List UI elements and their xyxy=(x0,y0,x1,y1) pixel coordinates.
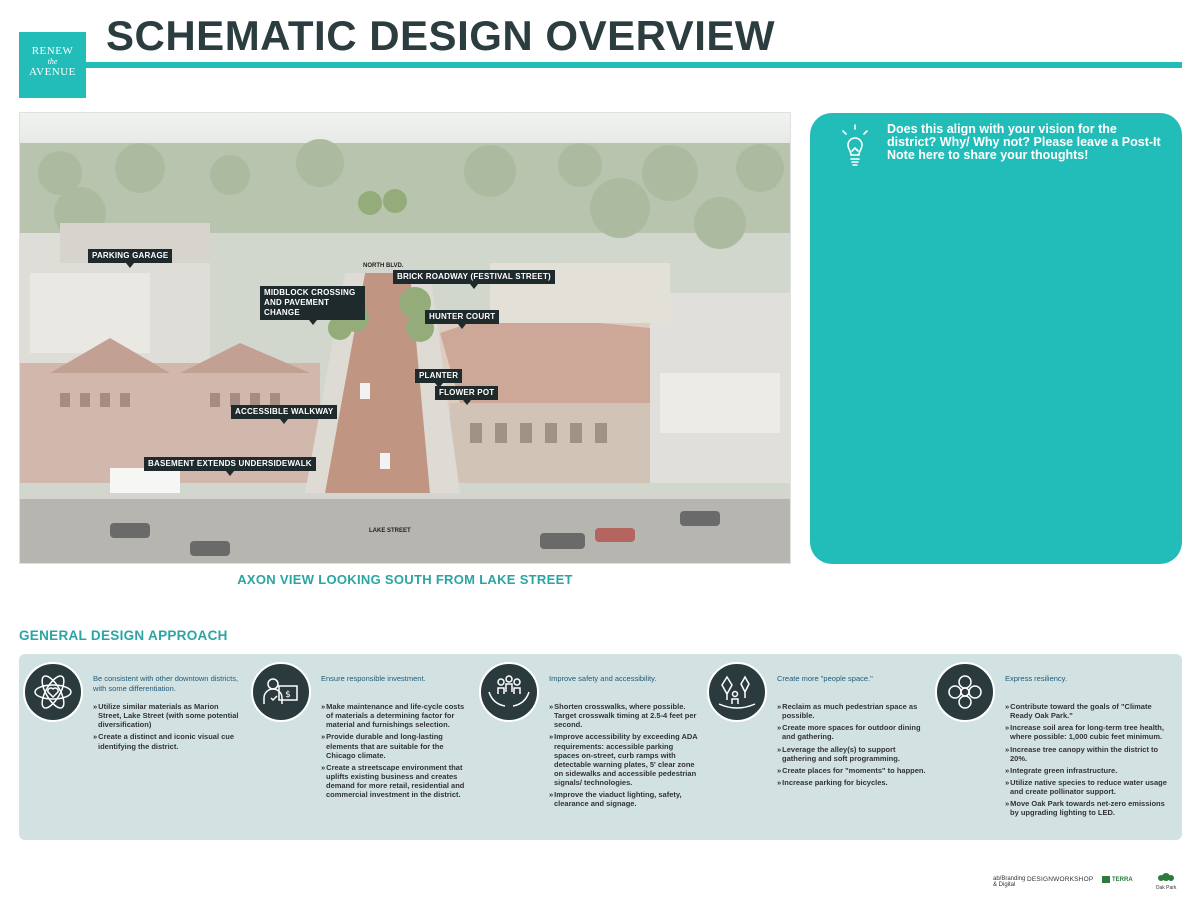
approach-item: Create a distinct and iconic visual cue … xyxy=(93,732,243,750)
callout-basement-extends: BASEMENT EXTENDS UNDERSIDEWALK xyxy=(144,457,316,471)
person-investment-icon: $ xyxy=(251,662,311,722)
post-it-feedback-area[interactable]: Does this align with your vision for the… xyxy=(810,113,1182,564)
footer-logo-terra-label: TERRA xyxy=(1112,877,1133,884)
approach-heading: Be consistent with other downtown distri… xyxy=(93,674,239,693)
title-divider xyxy=(86,62,1182,68)
callout-accessible-walkway: ACCESSIBLE WALKWAY xyxy=(231,405,338,419)
street-label-north-blvd: NORTH BLVD. xyxy=(363,263,404,269)
svg-text:$: $ xyxy=(285,690,291,700)
approach-item: Contribute toward the goals of "Climate … xyxy=(1005,702,1175,720)
design-approach-panel: Be consistent with other downtown distri… xyxy=(19,654,1182,840)
approach-item: Make maintenance and life-cycle costs of… xyxy=(321,702,471,729)
approach-item: Increase parking for bicycles. xyxy=(777,778,927,787)
callout-midblock-crossing: MIDBLOCK CROSSING AND PAVEMENT CHANGE xyxy=(260,286,365,320)
trees-people-icon xyxy=(707,662,767,722)
flower-icon xyxy=(935,662,995,722)
approach-heading: Create more "people space." xyxy=(777,674,873,683)
renew-the-avenue-logo: RENEW the AVENUE xyxy=(19,32,86,98)
approach-heading: Ensure responsible investment. xyxy=(321,674,426,683)
lightbulb-icon xyxy=(840,123,870,174)
callout-planter: PLANTER xyxy=(415,369,463,383)
approach-item: Utilize similar materials as Marion Stre… xyxy=(93,702,243,729)
logo-line-1: RENEW xyxy=(31,45,74,57)
footer-logo-terra: TERRA xyxy=(1102,876,1133,883)
approach-item: Improve accessibility by exceeding ADA r… xyxy=(549,732,699,787)
atom-heart-icon xyxy=(23,662,83,722)
approach-item: Increase tree canopy within the district… xyxy=(1005,745,1175,763)
callout-hunter-court: HUNTER COURT xyxy=(425,310,500,324)
hands-people-icon xyxy=(479,662,539,722)
approach-heading: Express resiliency. xyxy=(1005,674,1067,683)
approach-item: Create a streetscape environment that up… xyxy=(321,763,471,800)
logo-line-2: the xyxy=(47,57,58,66)
footer-logo-oak-park: Oak Park xyxy=(1150,872,1182,891)
street-label-lake-street: LAKE STREET xyxy=(369,528,411,534)
page-title: SCHEMATIC DESIGN OVERVIEW xyxy=(106,12,776,59)
approach-item: Create more spaces for outdoor dining an… xyxy=(777,723,927,741)
image-caption: AXON VIEW LOOKING SOUTH FROM LAKE STREET xyxy=(237,572,573,587)
oak-tree-icon xyxy=(1158,873,1174,881)
callout-parking-garage: PARKING GARAGE xyxy=(88,249,173,263)
approach-item: Shorten crosswalks, where possible. Targ… xyxy=(549,702,699,729)
approach-item: Improve the viaduct lighting, safety, cl… xyxy=(549,790,699,808)
approach-item: Create places for "moments" to happen. xyxy=(777,766,927,775)
footer-logo-branding: ab/Branding & Digital xyxy=(993,876,1026,888)
approach-item: Reclaim as much pedestrian space as poss… xyxy=(777,702,927,720)
approach-item: Utilize native species to reduce water u… xyxy=(1005,778,1175,796)
approach-heading: Improve safety and accessibility. xyxy=(549,674,657,683)
approach-item: Integrate green infrastructure. xyxy=(1005,766,1175,775)
footer-logo-designworkshop: DESIGNWORKSHOP xyxy=(1027,876,1094,883)
terra-mark-icon xyxy=(1102,876,1110,883)
approach-item: Leverage the alley(s) to support gatheri… xyxy=(777,745,927,763)
callout-flower-pot: FLOWER POT xyxy=(435,386,499,400)
logo-line-3: AVENUE xyxy=(29,66,76,78)
approach-item: Move Oak Park towards net-zero emissions… xyxy=(1005,799,1175,817)
section-title: GENERAL DESIGN APPROACH xyxy=(19,628,228,643)
approach-item: Provide durable and long-lasting element… xyxy=(321,732,471,759)
feedback-prompt: Does this align with your vision for the… xyxy=(887,122,1161,163)
axon-view-image: PARKING GARAGE MIDBLOCK CROSSING AND PAV… xyxy=(19,112,791,564)
approach-item: Increase soil area for long-term tree he… xyxy=(1005,723,1175,741)
callout-brick-roadway: BRICK ROADWAY (FESTIVAL STREET) xyxy=(393,270,555,284)
footer-logo-oak-park-label: Oak Park xyxy=(1155,885,1177,891)
